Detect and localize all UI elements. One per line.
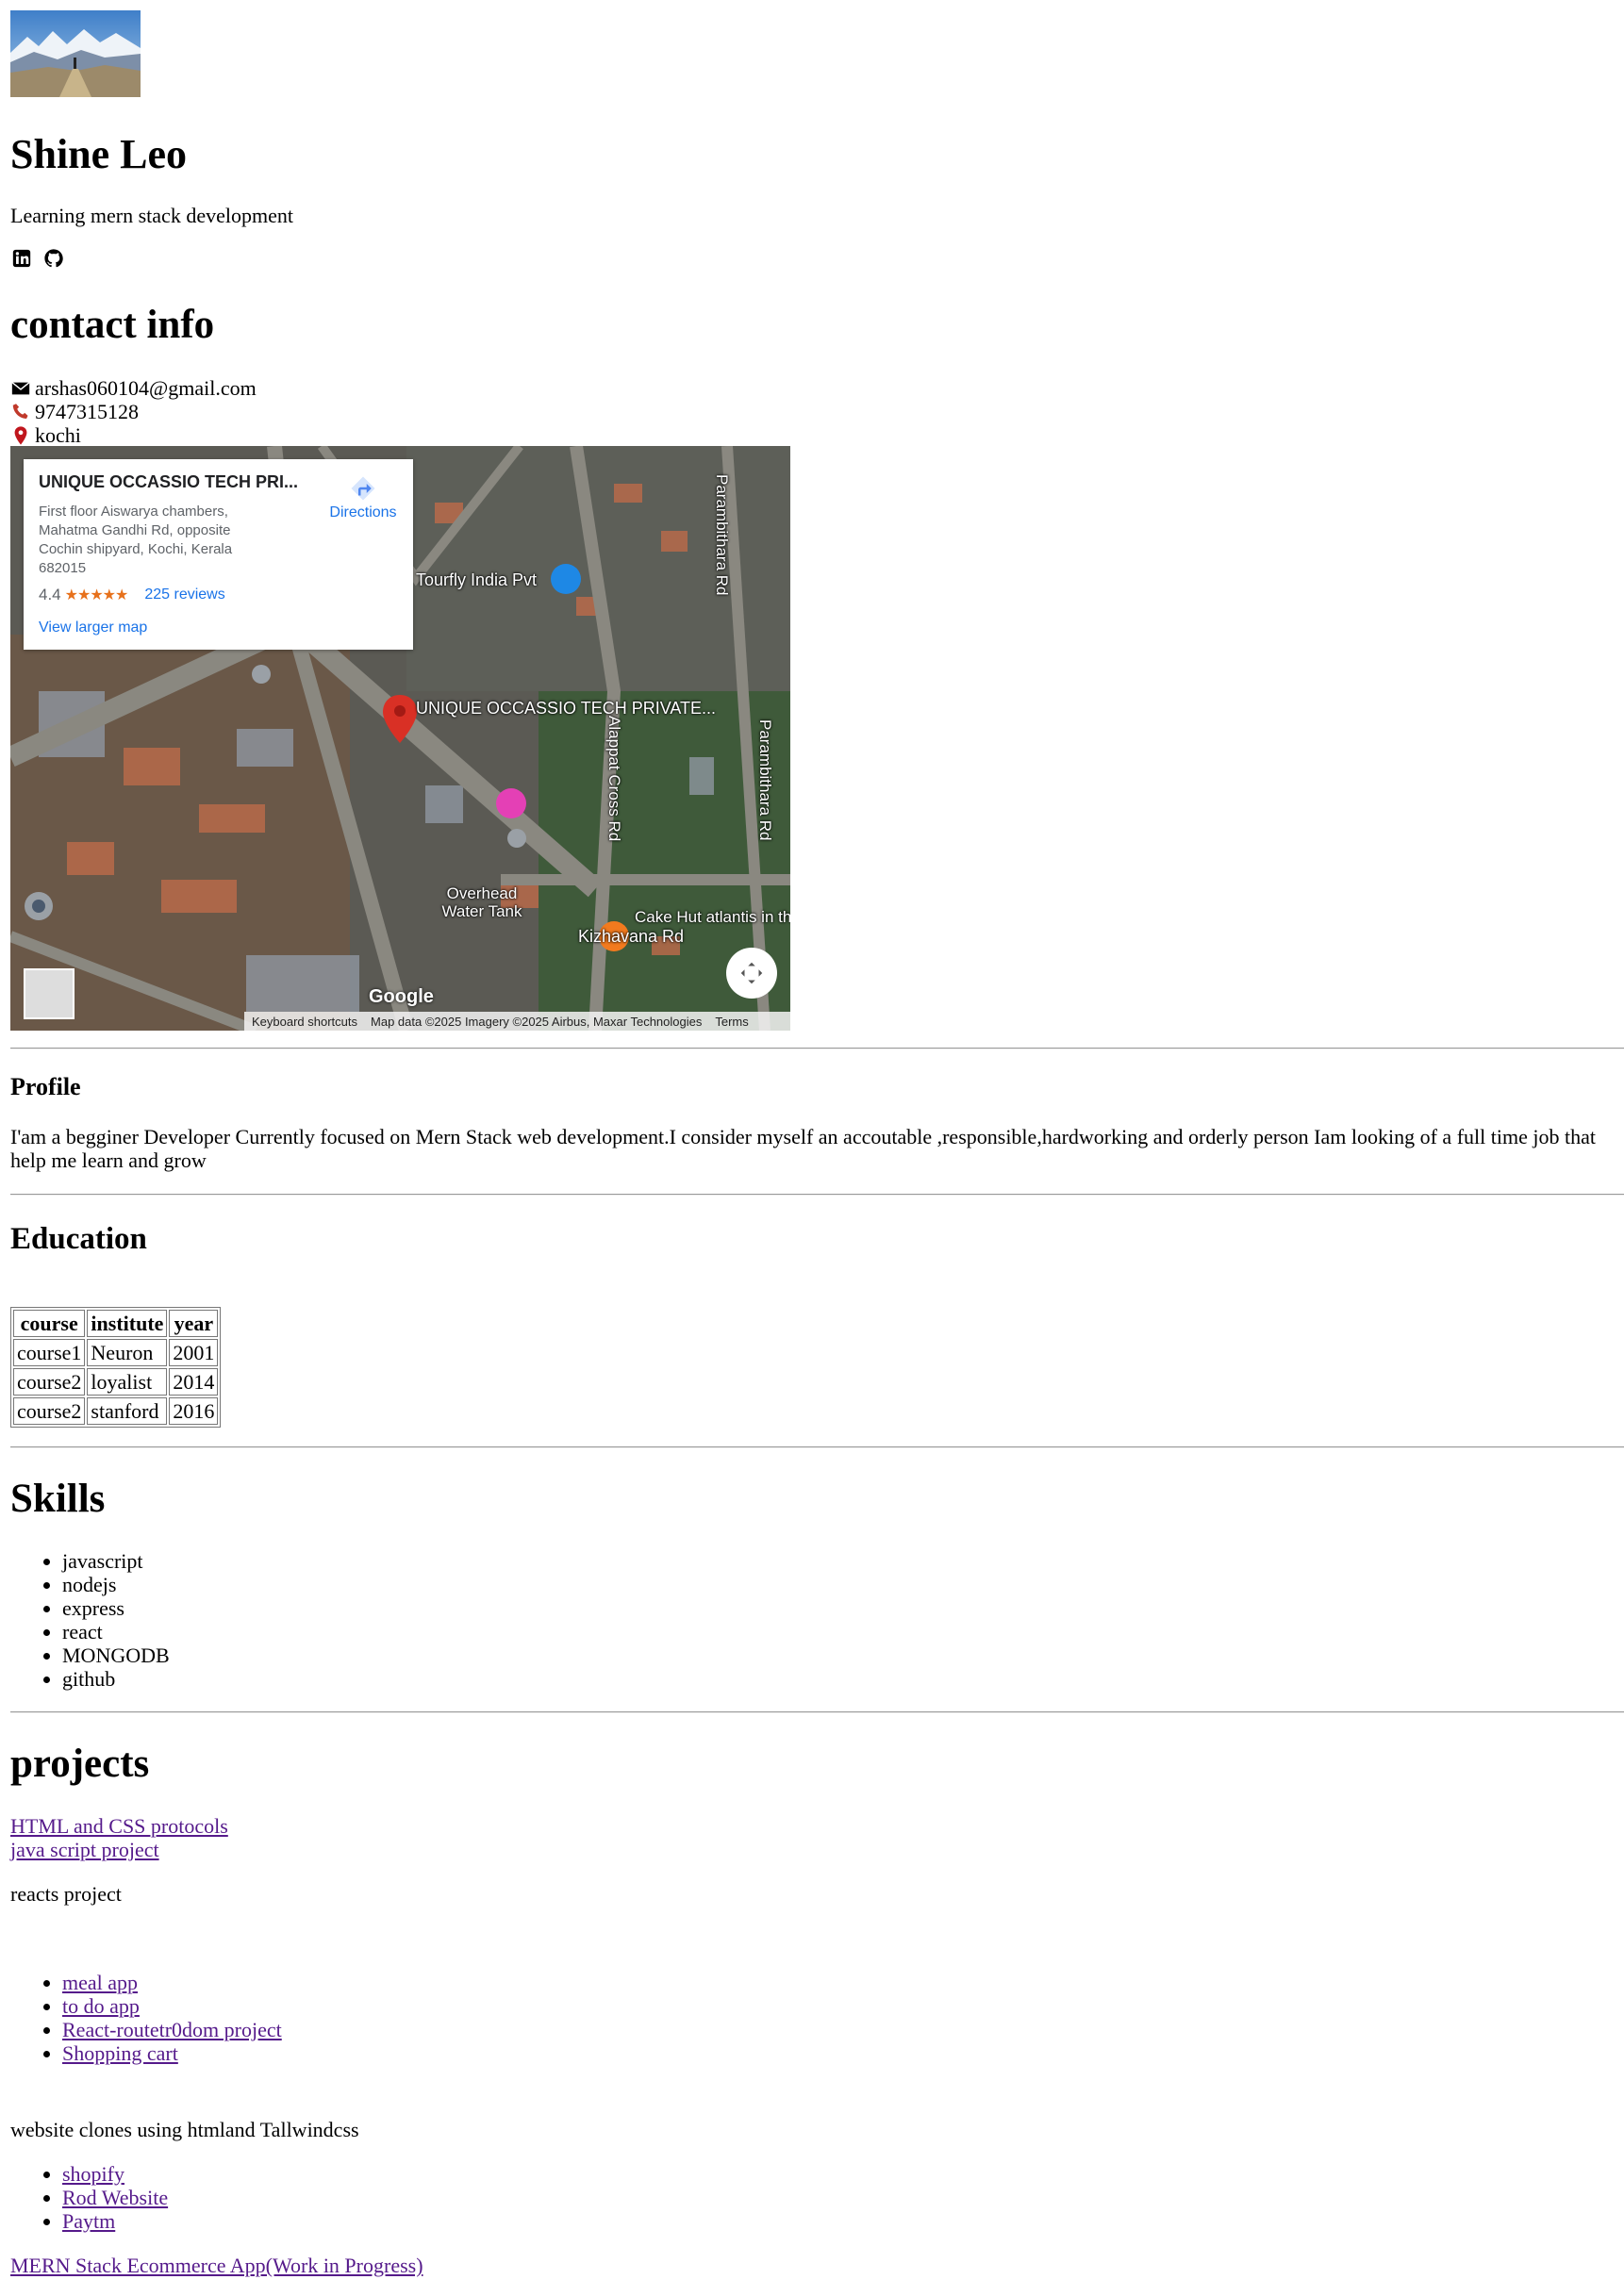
- clone-project-link[interactable]: shopify: [62, 2162, 124, 2186]
- map-label-road4: Kizhavana Rd: [578, 927, 685, 946]
- list-item: MONGODB: [62, 1644, 170, 1667]
- education-table: course institute year course1 Neuron 200…: [10, 1307, 222, 1428]
- react-projects-heading: reacts project: [10, 1882, 122, 1906]
- map-data-attribution: Map data ©2025 Imagery ©2025 Airbus, Max…: [371, 1014, 703, 1029]
- person-name: Shine Leo: [10, 131, 188, 177]
- map-place-title: UNIQUE OCCASSIO TECH PRI...: [39, 472, 299, 491]
- map-place-card: UNIQUE OCCASSIO TECH PRI... First floor …: [24, 459, 413, 650]
- list-item: nodejs: [62, 1573, 170, 1596]
- map-rating: 4.4 ★★★★★ 225 reviews: [39, 586, 225, 604]
- skills-list: javascript nodejs express react MONGODB …: [10, 1549, 170, 1691]
- table-header-row: course institute year: [13, 1310, 219, 1337]
- avatar-photo: [10, 10, 141, 97]
- column-header: year: [169, 1310, 219, 1337]
- profile-heading: Profile: [10, 1073, 81, 1100]
- table-row: course1 Neuron 2001: [13, 1339, 219, 1366]
- view-larger-map-link[interactable]: View larger map: [39, 619, 147, 636]
- map-place-address: First floor Aiswarya chambers, Mahatma G…: [39, 504, 233, 576]
- map-label-road2: Alappat Cross Rd: [605, 716, 623, 842]
- contact-heading: contact info: [10, 303, 215, 347]
- map-rating-value: 4.4: [39, 586, 61, 603]
- list-item: express: [62, 1596, 170, 1620]
- table-cell: 2014: [169, 1368, 219, 1396]
- phone-icon: [12, 403, 28, 419]
- map-label-road3: Parambithara Rd: [756, 719, 774, 841]
- map-fullscreen-button[interactable]: [726, 948, 777, 999]
- table-row: course2 loyalist 2014: [13, 1368, 219, 1396]
- map-label-cafe: Cake Hut atlantis in thevara: [635, 908, 790, 926]
- move-arrows-icon: [740, 962, 763, 984]
- skills-heading: Skills: [10, 1477, 106, 1521]
- list-item: github: [62, 1667, 170, 1691]
- react-project-link[interactable]: React-routetr0dom project: [62, 2018, 282, 2041]
- education-heading: Education: [10, 1222, 147, 1256]
- directions-label: Directions: [329, 504, 397, 520]
- react-project-link[interactable]: Shopping cart: [62, 2041, 178, 2065]
- clone-project-link[interactable]: Rod Website: [62, 2186, 168, 2209]
- directions-button[interactable]: Directions: [321, 472, 406, 521]
- table-cell: stanford: [87, 1397, 168, 1425]
- contact-phone: 9747315128: [10, 400, 257, 423]
- column-header: course: [13, 1310, 86, 1337]
- keyboard-shortcuts-link[interactable]: Keyboard shortcuts: [252, 1015, 357, 1029]
- divider: [10, 1711, 1624, 1713]
- map-reviews-link[interactable]: 225 reviews: [144, 586, 224, 603]
- envelope-icon: [11, 381, 30, 394]
- table-cell: 2001: [169, 1339, 219, 1366]
- react-projects-list: meal app to do app React-routetr0dom pro…: [10, 1971, 282, 2065]
- project-link[interactable]: java script project: [10, 1838, 228, 1861]
- clones-heading: website clones using htmland Tallwindcss: [10, 2118, 359, 2141]
- table-cell: course1: [13, 1339, 86, 1366]
- projects-heading: projects: [10, 1742, 150, 1786]
- phone-text: 9747315128: [35, 400, 139, 423]
- divider: [10, 1194, 1624, 1196]
- clone-project-link[interactable]: Paytm: [62, 2209, 115, 2233]
- location-pin-icon: [14, 425, 27, 445]
- table-row: course2 stanford 2016: [13, 1397, 219, 1425]
- email-text: arshas060104@gmail.com: [35, 376, 257, 400]
- map-label-tank: Overhead Water Tank: [441, 884, 522, 920]
- map-footer: Keyboard shortcuts Map data ©2025 Imager…: [244, 1012, 790, 1031]
- terms-link[interactable]: Terms: [715, 1015, 748, 1029]
- project-link[interactable]: HTML and CSS protocols: [10, 1814, 228, 1838]
- project-links: HTML and CSS protocols java script proje…: [10, 1814, 228, 1861]
- tagline: Learning mern stack development: [10, 204, 293, 227]
- linkedin-icon[interactable]: [11, 248, 32, 273]
- divider: [10, 1446, 1624, 1448]
- map-layer-toggle[interactable]: [24, 968, 75, 1019]
- clones-list: shopify Rod Website Paytm: [10, 2162, 168, 2233]
- react-project-link[interactable]: to do app: [62, 1994, 140, 2018]
- social-links: [11, 248, 64, 273]
- table-cell: loyalist: [87, 1368, 168, 1396]
- table-cell: 2016: [169, 1397, 219, 1425]
- education-table-wrap: course institute year course1 Neuron 200…: [10, 1307, 222, 1428]
- embedded-map[interactable]: UNIQUE OCCASSIO TECH PRIVATE... Tourfly …: [10, 446, 790, 1031]
- star-rating-icon: ★★★★★: [64, 587, 129, 603]
- map-label-shop: Tourfly India Pvt: [416, 570, 538, 589]
- google-logo: Google: [369, 986, 434, 1007]
- map-label-pin: UNIQUE OCCASSIO TECH PRIVATE...: [416, 699, 717, 718]
- location-text: kochi: [35, 423, 81, 447]
- profile-text: I'am a begginer Developer Currently focu…: [10, 1125, 1596, 1172]
- github-icon[interactable]: [43, 248, 64, 273]
- contact-location: kochi: [10, 423, 257, 447]
- divider: [10, 1048, 1624, 1049]
- table-cell: course2: [13, 1397, 86, 1425]
- column-header: institute: [87, 1310, 168, 1337]
- mern-ecommerce-link[interactable]: MERN Stack Ecommerce App(Work in Progres…: [10, 2254, 423, 2277]
- map-label-road1: Parambithara Rd: [713, 474, 731, 596]
- contact-list: arshas060104@gmail.com 9747315128 kochi: [10, 376, 257, 447]
- table-cell: Neuron: [87, 1339, 168, 1366]
- react-project-link[interactable]: meal app: [62, 1971, 138, 1994]
- list-item: react: [62, 1620, 170, 1644]
- table-cell: course2: [13, 1368, 86, 1396]
- directions-icon: [351, 476, 375, 501]
- contact-email: arshas060104@gmail.com: [10, 376, 257, 400]
- list-item: javascript: [62, 1549, 170, 1573]
